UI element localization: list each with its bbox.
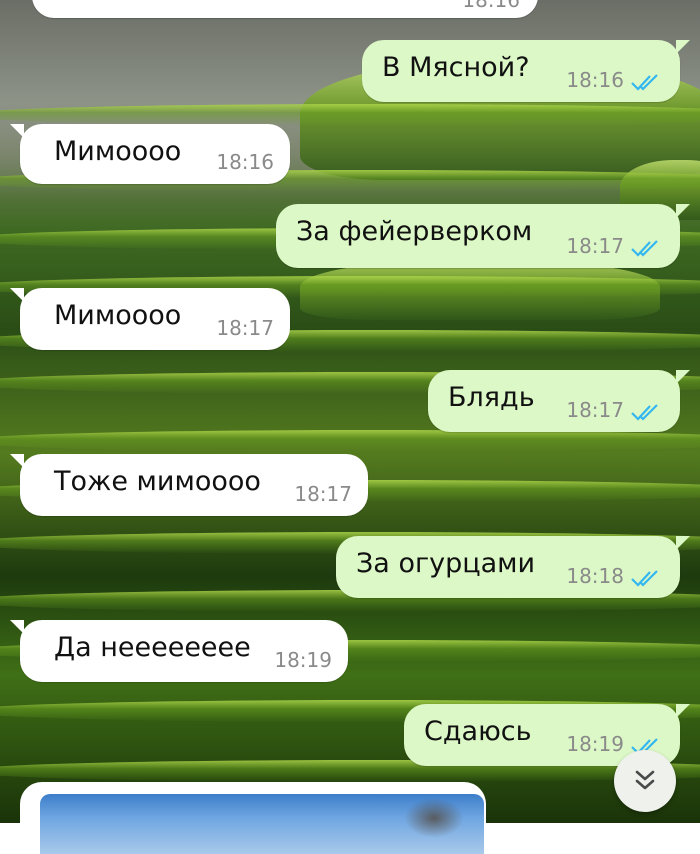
double-check-icon: [631, 74, 658, 91]
wallpaper-terrace: [0, 430, 700, 452]
message-time: 18:17: [216, 316, 274, 340]
message-bubble-incoming-image[interactable]: [20, 782, 486, 854]
bubble-tail: [676, 704, 690, 718]
double-chevron-down-icon: [635, 770, 655, 790]
message-time: 18:17: [566, 398, 624, 422]
message-time: 18:17: [294, 482, 352, 506]
double-check-icon: [631, 404, 658, 421]
message-text: Да нееееееее: [54, 632, 251, 663]
message-time: 18:16: [462, 0, 520, 12]
bubble-tail: [676, 204, 690, 218]
scroll-to-bottom-button[interactable]: [614, 750, 676, 812]
bubble-tail: [676, 370, 690, 384]
message-time: 18:19: [274, 648, 332, 672]
message-text: Мимоооо: [54, 136, 182, 167]
message-text: Мимоооо: [54, 300, 182, 331]
message-bubble-outgoing[interactable]: Блядь 18:17: [428, 370, 690, 432]
bubble-tail: [676, 40, 690, 54]
wallpaper-terrace: [0, 104, 700, 126]
message-time: 18:18: [566, 564, 624, 588]
double-check-icon: [631, 240, 658, 257]
message-text: За фейерверком: [296, 216, 533, 247]
message-text: Тоже мимоооо: [54, 466, 261, 497]
message-photo[interactable]: [40, 794, 484, 854]
message-time: 18:19: [566, 732, 624, 756]
message-time: 18:17: [566, 234, 624, 258]
message-bubble-incoming[interactable]: Тоже мимоооо 18:17: [10, 454, 368, 516]
message-bubble-outgoing[interactable]: За фейерверком 18:17: [276, 204, 690, 268]
photo-tree: [404, 798, 464, 838]
message-text: За огурцами: [356, 548, 536, 579]
bubble-tail: [10, 454, 24, 468]
bubble-tail: [10, 288, 24, 302]
message-text: В Мясной?: [382, 52, 530, 83]
message-bubble-outgoing[interactable]: За огурцами 18:18: [336, 536, 690, 598]
message-bubble-incoming[interactable]: Да нееееееее 18:19: [10, 620, 348, 682]
message-time: 18:16: [566, 68, 624, 92]
double-check-icon: [631, 570, 658, 587]
message-bubble-incoming[interactable]: Мимоооо 18:16: [10, 124, 290, 184]
bubble-tail: [10, 124, 24, 138]
message-text: Блядь: [448, 382, 535, 413]
bubble-tail: [676, 536, 690, 550]
bubble-tail: [10, 620, 24, 634]
message-bubble-incoming[interactable]: Мимоооо 18:17: [10, 288, 290, 350]
message-text: Сдаюсь: [424, 716, 532, 747]
message-bubble-outgoing[interactable]: В Мясной? 18:16: [362, 40, 690, 102]
message-bubble-incoming-partial[interactable]: 18:16: [32, 0, 538, 18]
message-time: 18:16: [216, 150, 274, 174]
